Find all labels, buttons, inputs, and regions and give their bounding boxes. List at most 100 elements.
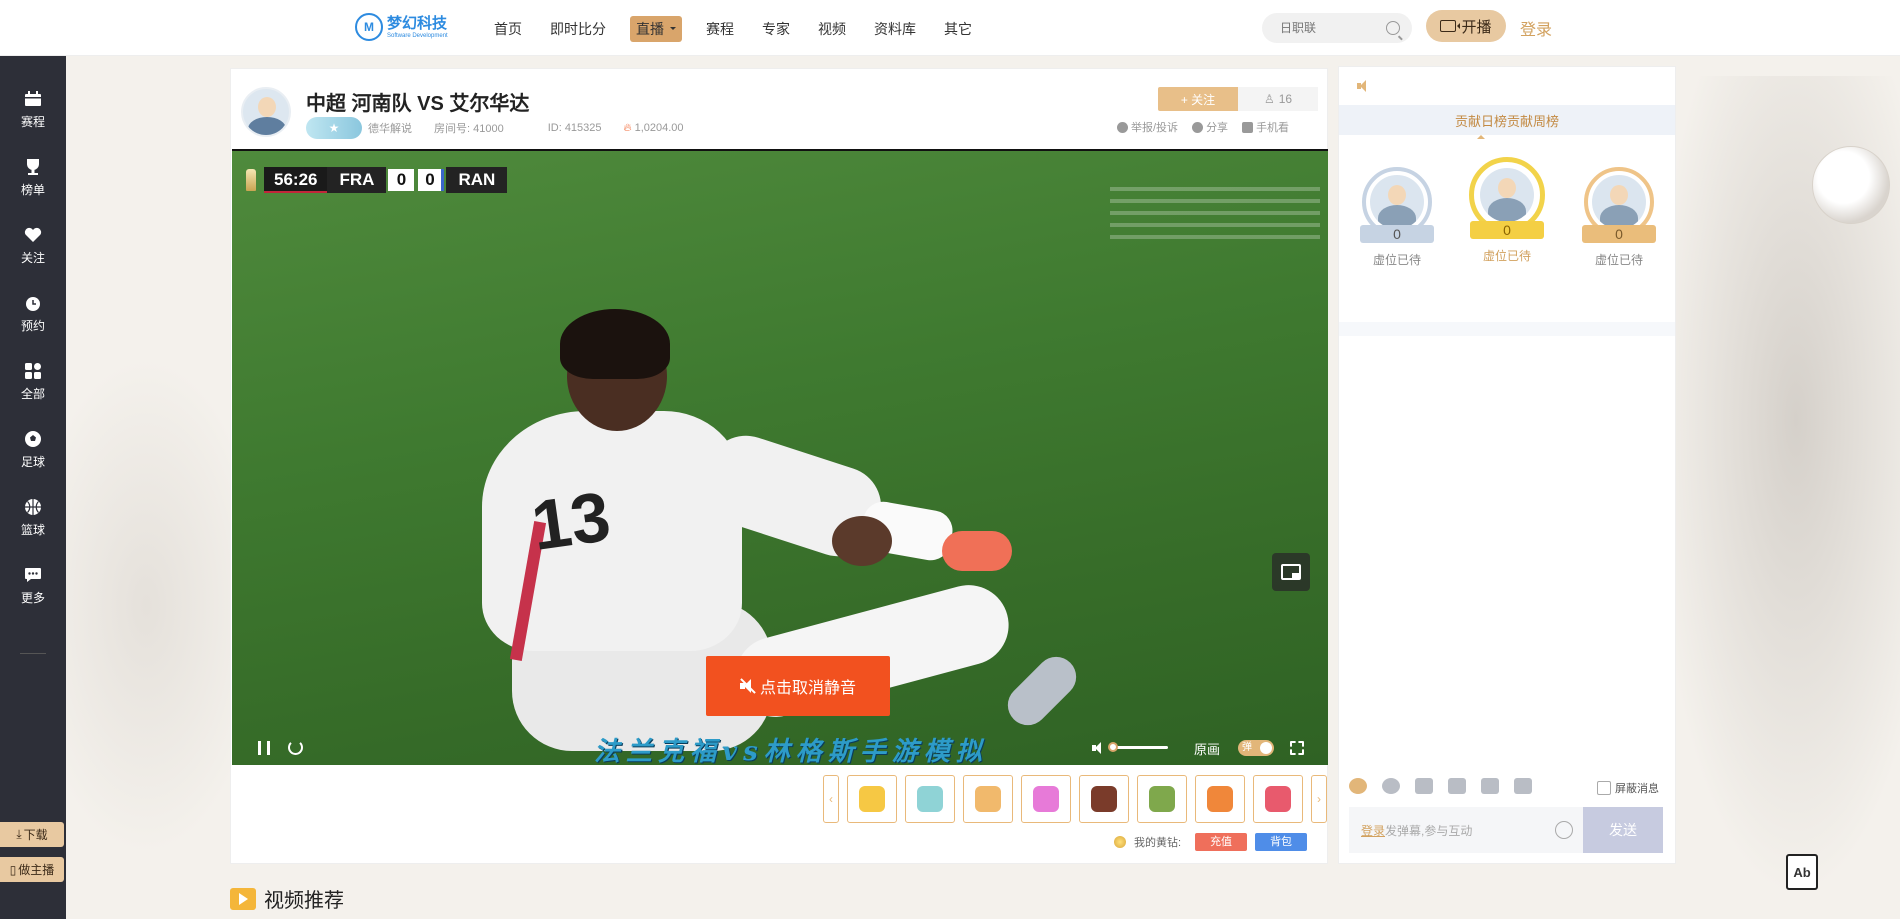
chat-bubble-icon[interactable] [1349, 778, 1367, 794]
nav-live[interactable]: 直播 [630, 16, 682, 42]
level-badge-icon: ★ [306, 117, 362, 139]
block-messages-label: 屏蔽消息 [1615, 783, 1659, 795]
sidebar-item-label: 预约 [20, 319, 45, 333]
chat-login-link[interactable]: 登录 [1361, 822, 1385, 839]
speaker-icon[interactable] [1357, 80, 1369, 92]
card-icon[interactable] [1448, 778, 1466, 794]
search-icon[interactable] [1386, 21, 1400, 35]
recharge-button[interactable]: 充值 [1195, 833, 1248, 851]
sidebar-item-more[interactable]: 更多 [0, 556, 66, 616]
megaphone-icon[interactable] [1481, 778, 1499, 794]
sidebar-item-follow[interactable]: 关注 [0, 216, 66, 276]
gift-rocket[interactable] [1253, 775, 1303, 823]
follow-button[interactable]: + 关注 [1158, 87, 1238, 111]
download-button[interactable]: ⤓ 下载 [0, 822, 64, 847]
sidebar-item-football[interactable]: 足球 [0, 420, 66, 480]
video-player[interactable]: 13 56:26 FRA 0 0 RAN 点击取消静音 法兰克福vs林格斯手游模… [232, 149, 1328, 765]
pause-icon[interactable] [258, 741, 270, 755]
emoji-icon[interactable] [1555, 821, 1573, 839]
gift-clown[interactable] [1195, 775, 1245, 823]
fullscreen-icon[interactable] [1290, 741, 1304, 755]
gift-star[interactable] [847, 775, 897, 823]
nav-live-score[interactable]: 即时比分 [546, 16, 610, 42]
share-button[interactable]: 分享 [1192, 119, 1228, 135]
sidebar-item-label: 赛程 [20, 115, 45, 129]
picture-in-picture-button[interactable] [1272, 553, 1310, 591]
chat-input[interactable]: 登录 发弹幕,参与互动 [1349, 807, 1583, 853]
floating-ab-button[interactable]: Ab [1786, 854, 1818, 890]
search-input[interactable] [1280, 21, 1380, 35]
logo-cn: 梦幻科技 [387, 14, 448, 32]
volume-icon[interactable] [1092, 742, 1104, 754]
palette-icon[interactable] [1382, 778, 1400, 794]
block-messages-checkbox[interactable]: 屏蔽消息 [1597, 780, 1659, 796]
gift-row: ‹ › [823, 775, 1327, 823]
sidebar-item-label: 更多 [20, 591, 45, 605]
video-icon [230, 887, 256, 910]
avatar [1480, 168, 1534, 222]
rank-slot-bronze[interactable]: 0 虚位已待 [1579, 167, 1659, 268]
trash-icon[interactable] [1514, 778, 1532, 794]
mute-icon [739, 678, 756, 694]
sidebar-item-all[interactable]: 全部 [0, 352, 66, 412]
sidebar-item-label: 关注 [20, 251, 45, 265]
more-icon [24, 566, 42, 584]
volume-knob[interactable] [1108, 742, 1118, 752]
checkbox[interactable] [1597, 781, 1611, 795]
unmute-button[interactable]: 点击取消静音 [706, 656, 890, 716]
nav-video[interactable]: 视频 [814, 16, 850, 42]
player-controls: 原画 弹 [232, 729, 1328, 765]
unmute-label: 点击取消静音 [759, 680, 856, 697]
quality-select[interactable]: 原画 [1194, 739, 1220, 758]
crown-icon[interactable] [1415, 778, 1433, 794]
gift-trophy[interactable] [963, 775, 1013, 823]
grid-icon [24, 362, 42, 380]
sidebar-item-schedule[interactable]: 赛程 [0, 80, 66, 140]
tab-daily-rank[interactable]: 贡献日榜 [1455, 111, 1507, 130]
user-icon: ♙ [1263, 92, 1275, 106]
login-link[interactable]: 登录 [1520, 16, 1552, 40]
nav-other[interactable]: 其它 [940, 16, 976, 42]
gift-plane[interactable] [1137, 775, 1187, 823]
refresh-icon[interactable] [288, 740, 303, 755]
ribbon-gift-icon [1033, 786, 1059, 812]
start-broadcast-button[interactable]: 开播 [1426, 10, 1506, 42]
phone-icon [1242, 121, 1254, 133]
nav-schedule[interactable]: 赛程 [702, 16, 738, 42]
volume-slider[interactable] [1110, 746, 1168, 749]
send-button[interactable]: 发送 [1583, 807, 1663, 853]
rank-slot-silver[interactable]: 0 虚位已待 [1357, 167, 1437, 268]
sidebar-item-label: 篮球 [20, 523, 45, 537]
clown-gift-icon [1207, 786, 1233, 812]
nav-home[interactable]: 首页 [490, 16, 526, 42]
danmu-toggle[interactable]: 弹 [1238, 740, 1274, 756]
phone-icon: ▯ [9, 862, 17, 877]
report-button[interactable]: 举报/投诉 [1117, 119, 1178, 135]
anchor-name[interactable]: 德华解说 [368, 120, 412, 136]
sidebar-item-basketball[interactable]: 篮球 [0, 488, 66, 548]
sidebar-item-reserve[interactable]: 预约 [0, 284, 66, 344]
sidebar-item-ranking[interactable]: 榜单 [0, 148, 66, 208]
fans-number: 16 [1278, 92, 1293, 106]
tab-weekly-rank[interactable]: 贡献周榜 [1507, 111, 1559, 130]
gift-ribbon[interactable] [1021, 775, 1071, 823]
gift-ghost[interactable] [905, 775, 955, 823]
gift-next-arrow[interactable]: › [1311, 775, 1327, 823]
anchor-avatar[interactable] [241, 87, 291, 137]
bag-button[interactable]: 背包 [1255, 833, 1308, 851]
video-recommend-heading: 视频推荐 [230, 884, 344, 913]
rank-slot-gold[interactable]: 0 虚位已待 [1467, 157, 1547, 264]
gift-hat[interactable] [1079, 775, 1129, 823]
mobile-watch-button[interactable]: 手机看 [1242, 119, 1289, 135]
home-score: 0 [388, 169, 415, 191]
trophy-gift-icon [975, 786, 1001, 812]
ghost-gift-icon [917, 786, 943, 812]
scoreboard: 56:26 FRA 0 0 RAN [246, 167, 508, 193]
nav-expert[interactable]: 专家 [758, 16, 794, 42]
recommend-title: 视频推荐 [264, 890, 344, 912]
be-host-button[interactable]: ▯ 做主播 [0, 857, 64, 882]
rank-name: 虚位已待 [1372, 253, 1421, 267]
gift-prev-arrow[interactable]: ‹ [823, 775, 839, 823]
nav-database[interactable]: 资料库 [870, 16, 920, 42]
logo[interactable]: M 梦幻科技 Software Development [355, 13, 448, 41]
